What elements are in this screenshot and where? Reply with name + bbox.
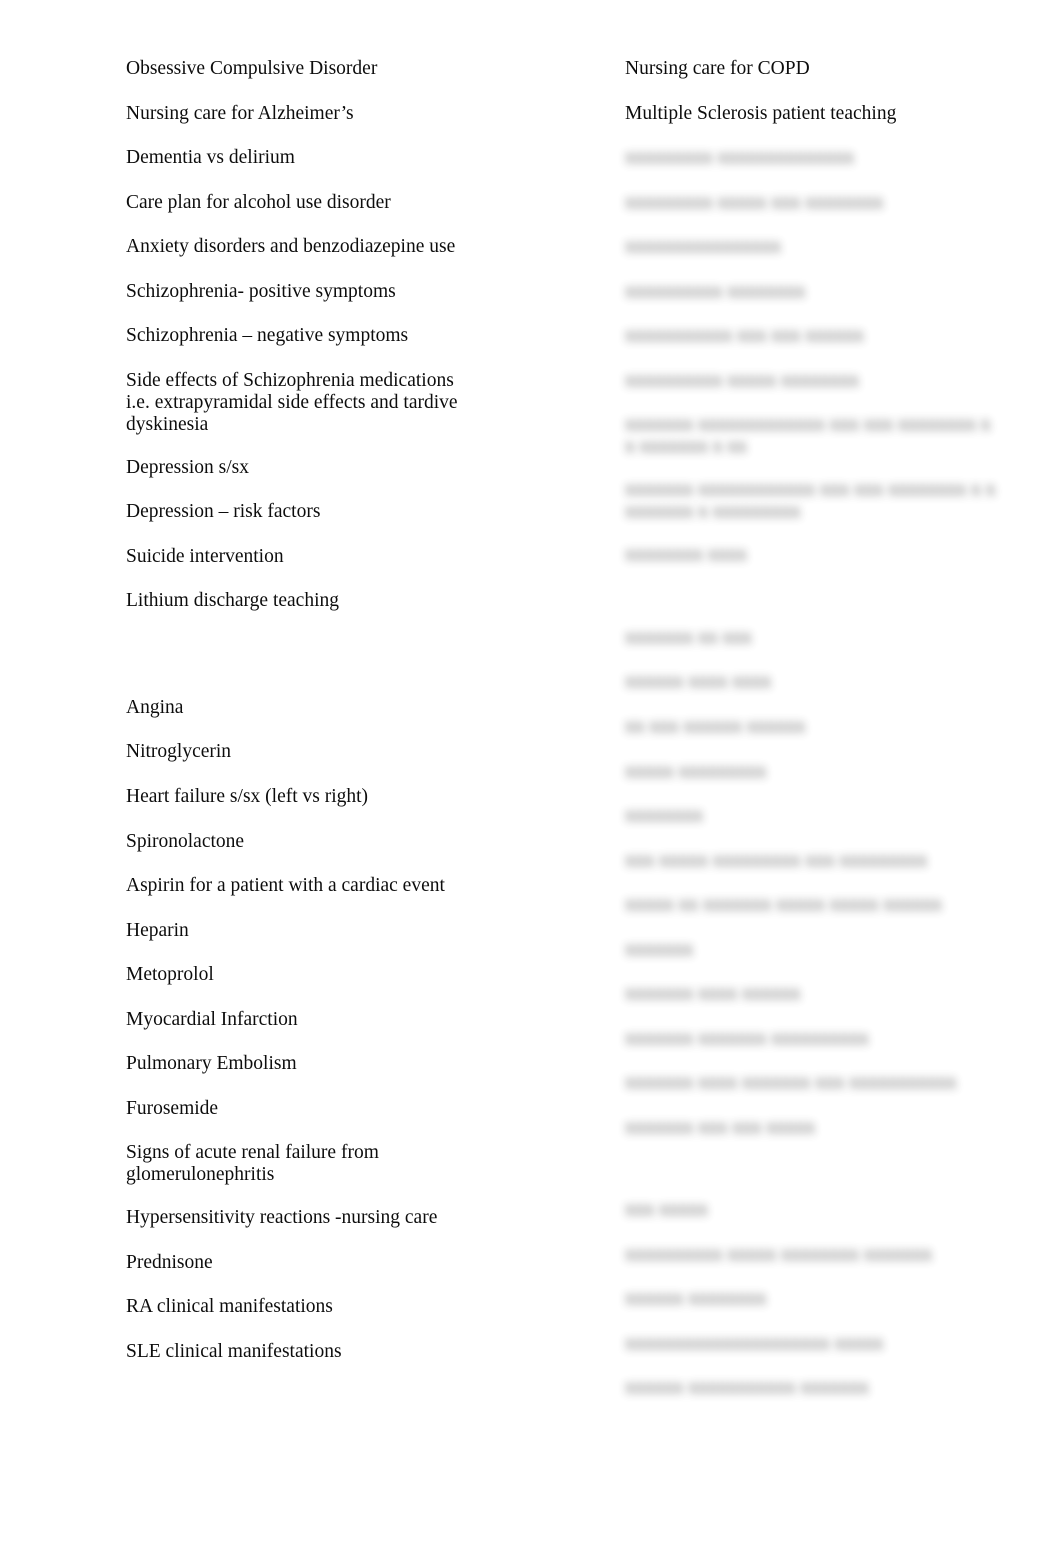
paragraph-break — [625, 589, 1045, 627]
topic-item: Nursing care for Alzheimer’s — [126, 102, 354, 124]
topic-item: Heparin — [126, 919, 189, 941]
left-column: Obsessive Compulsive Disorder Nursing ca… — [126, 58, 566, 1385]
topic-item-redacted: xxxxxxx xxxxxxx xxxxxxxxxx — [625, 1027, 869, 1049]
topic-item-redacted: xxxxxxx xxxx xxxxxxx xxx xxxxxxxxxxx — [625, 1072, 957, 1094]
topic-item: Spironolactone — [126, 830, 245, 852]
topic-item: Prednisone — [126, 1251, 213, 1273]
topic-item-redacted: xxxxxxxx — [625, 805, 703, 827]
topic-item: Anxiety disorders and benzodiazepine use — [126, 236, 456, 258]
topic-item: Angina — [126, 696, 184, 718]
topic-item-redacted: xxxxxxx xxxxxxxxxxxx xxx xxx xxxxxxxx x … — [625, 479, 996, 523]
topic-item: RA clinical manifestations — [126, 1296, 333, 1318]
topic-item: Furosemide — [126, 1097, 219, 1119]
topic-item-redacted: xxxxxxxxxxxxxxxxxxxxx xxxxx — [625, 1332, 884, 1354]
topic-item-redacted: xxxxxx xxxx xxxx — [625, 671, 772, 693]
topic-item-redacted: xxxxxxxx xxxx — [625, 544, 747, 566]
topic-item-redacted: xx xxx xxxxxx xxxxxx — [625, 715, 806, 737]
topic-item-redacted: xxxxx xxxxxxxxx — [625, 760, 767, 782]
topic-item-redacted: xxxxxxxxxx xxxxx xxxxxxxx — [625, 369, 859, 391]
topic-item: SLE clinical manifestations — [126, 1340, 342, 1362]
topic-item: Hypersensitivity reactions -nursing care — [126, 1207, 438, 1229]
topic-item-redacted: xxxxxxxxxx xxxxx xxxxxxxx xxxxxxx — [625, 1243, 933, 1265]
topic-item: Metoprolol — [126, 964, 214, 986]
topic-item: Nitroglycerin — [126, 741, 232, 763]
topic-item: Myocardial Infarction — [126, 1008, 298, 1030]
topic-item-redacted: xxxxx xx xxxxxxx xxxxx xxxxx xxxxxx — [625, 894, 942, 916]
topic-item: Pulmonary Embolism — [126, 1053, 297, 1075]
topic-item: Suicide intervention — [126, 545, 284, 567]
topic-item-redacted: xxxxxxxxx xxxxx xxx xxxxxxxx — [625, 191, 884, 213]
topic-item-redacted: xxxxxxx xx xxx — [625, 626, 752, 648]
topic-item: Lithium discharge teaching — [126, 590, 339, 612]
topic-item-redacted: xxx xxxxx xxxxxxxxx xxx xxxxxxxxx — [625, 849, 928, 871]
topic-item-redacted: xxx xxxxx — [625, 1199, 708, 1221]
paragraph-break — [126, 635, 566, 697]
topic-item: Schizophrenia- positive symptoms — [126, 280, 396, 302]
topic-item-redacted: xxxxxxx xxxxxxxxxxxxx xxx xxx xxxxxxxx x… — [625, 414, 991, 458]
topic-item: Depression s/sx — [126, 456, 249, 478]
paragraph-break — [625, 1161, 1045, 1199]
topic-item: Multiple Sclerosis patient teaching — [625, 102, 897, 124]
topic-item-redacted: xxxxxx xxxxxxxx — [625, 1288, 767, 1310]
topic-item: Schizophrenia – negative symptoms — [126, 325, 409, 347]
topic-item: Nursing care for COPD — [625, 58, 810, 79]
topic-item-redacted: xxxxxxxxxxx xxx xxx xxxxxx — [625, 325, 864, 347]
topic-item-redacted: xxxxxx xxxxxxxxxxx xxxxxxx — [625, 1377, 869, 1399]
topic-item: Side effects of Schizophrenia medication… — [126, 369, 458, 435]
document-page: Obsessive Compulsive Disorder Nursing ca… — [0, 0, 1062, 1561]
topic-item: Depression – risk factors — [126, 501, 321, 523]
topic-item-redacted: xxxxxxxxxx xxxxxxxx — [625, 280, 806, 302]
topic-item: Heart failure s/sx (left vs right) — [126, 786, 369, 807]
topic-item-redacted: xxxxxxx xxxx xxxxxx — [625, 983, 801, 1005]
topic-item-redacted: xxxxxxx — [625, 938, 694, 960]
topic-item-redacted: xxxxxxxxxxxxxxxx — [625, 236, 781, 258]
right-column: Nursing care for COPD Multiple Sclerosis… — [625, 58, 1045, 1422]
topic-item-redacted: xxxxxxx xxx xxx xxxxx — [625, 1116, 816, 1138]
topic-item: Dementia vs delirium — [126, 147, 295, 169]
topic-item: Obsessive Compulsive Disorder — [126, 58, 378, 79]
topic-item: Signs of acute renal failure from glomer… — [126, 1142, 379, 1186]
topic-item-redacted: xxxxxxxxx xxxxxxxxxxxxxx — [625, 147, 855, 169]
topic-item: Aspirin for a patient with a cardiac eve… — [126, 875, 445, 897]
topic-item: Care plan for alcohol use disorder — [126, 191, 391, 213]
